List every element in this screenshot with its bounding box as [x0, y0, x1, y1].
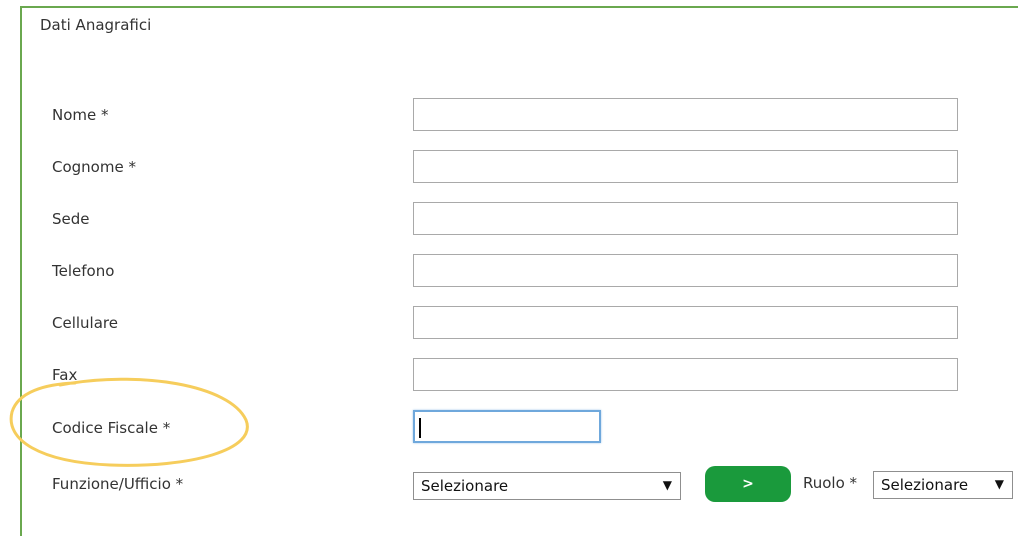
codice-fiscale-label: Codice Fiscale *: [52, 419, 171, 437]
telefono-input[interactable]: [413, 254, 958, 287]
funzione-select[interactable]: Selezionare ▼: [413, 472, 681, 500]
sede-input[interactable]: [413, 202, 958, 235]
funzione-selected-value: Selezionare: [421, 477, 509, 495]
chevron-down-icon: ▼: [662, 478, 672, 492]
telefono-label: Telefono: [52, 262, 115, 280]
ruolo-selected-value: Selezionare: [881, 476, 969, 494]
proceed-button-label: >: [742, 476, 754, 492]
nome-label: Nome *: [52, 106, 109, 124]
fax-label: Fax: [52, 366, 78, 384]
chevron-down-icon: ▼: [994, 477, 1004, 491]
funzione-label: Funzione/Ufficio *: [52, 475, 184, 493]
proceed-button[interactable]: >: [705, 466, 791, 502]
ruolo-select[interactable]: Selezionare ▼: [873, 471, 1013, 499]
codice-fiscale-input[interactable]: [413, 410, 601, 443]
cognome-input[interactable]: [413, 150, 958, 183]
fax-input[interactable]: [413, 358, 958, 391]
cognome-label: Cognome *: [52, 158, 136, 176]
text-cursor: [419, 418, 421, 438]
nome-input[interactable]: [413, 98, 958, 131]
section-title: Dati Anagrafici: [40, 16, 152, 34]
sede-label: Sede: [52, 210, 90, 228]
cellulare-label: Cellulare: [52, 314, 118, 332]
ruolo-label: Ruolo *: [803, 474, 858, 492]
cellulare-input[interactable]: [413, 306, 958, 339]
